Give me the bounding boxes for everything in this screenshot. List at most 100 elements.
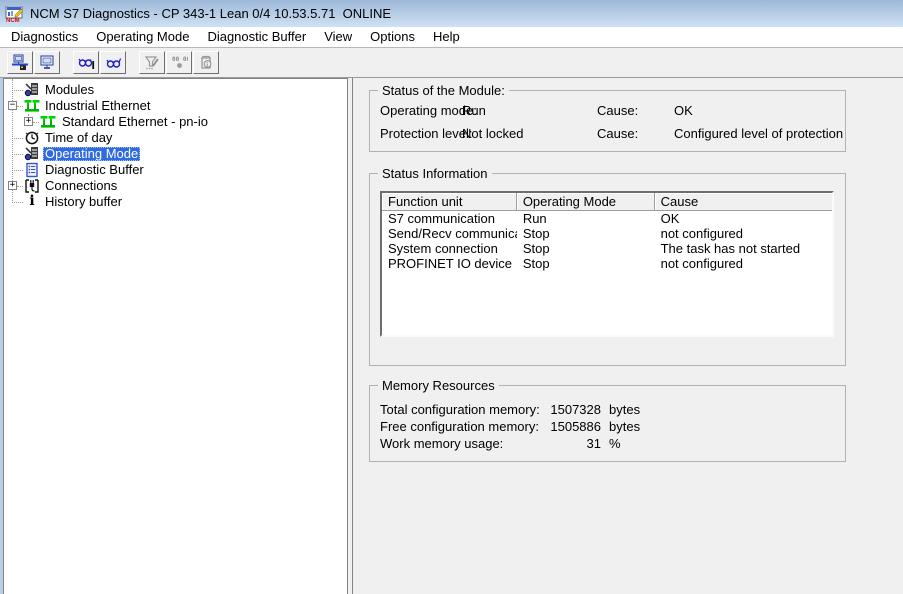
tree-item-label[interactable]: Operating Mode (43, 147, 140, 161)
tree-item-label[interactable]: Connections (43, 179, 119, 193)
work-memory-usage-label: Work memory usage: (380, 436, 503, 451)
tree-item-label[interactable]: Standard Ethernet - pn-io (60, 115, 210, 129)
operating-mode-value: Run (462, 103, 486, 118)
menu-help[interactable]: Help (424, 27, 469, 47)
group-title: Memory Resources (378, 378, 499, 393)
menu-view[interactable]: View (315, 27, 361, 47)
view-button[interactable] (100, 51, 126, 74)
cell-function-unit: Send/Recv communication (382, 226, 517, 241)
menu-operating-mode[interactable]: Operating Mode (87, 27, 198, 47)
column-header-function-unit[interactable]: Function unit (382, 193, 517, 211)
group-title: Status of the Module: (378, 83, 509, 98)
table-row[interactable]: PROFINET IO device Stop not configured (382, 256, 832, 271)
total-config-memory-value: 1507328 (510, 402, 601, 417)
cell-operating-mode: Stop (517, 256, 655, 271)
menu-diagnostics[interactable]: Diagnostics (2, 27, 87, 47)
work-memory-usage-unit: % (609, 436, 621, 451)
cause-value: OK (674, 103, 693, 118)
status-information-table[interactable]: Function unit Operating Mode Cause S7 co… (380, 191, 834, 337)
column-header-cause[interactable]: Cause (655, 193, 832, 211)
svg-text:NCM: NCM (6, 18, 20, 22)
expand-box[interactable]: + (24, 117, 33, 126)
module-info-button[interactable]: i (193, 51, 219, 74)
group-title: Status Information (378, 166, 492, 181)
online-node-button[interactable] (7, 51, 33, 74)
view-filtered-button[interactable] (73, 51, 99, 74)
online-node-icon (11, 54, 29, 71)
ethernet-icon (24, 98, 40, 114)
cell-cause: OK (655, 211, 832, 226)
filter-edit-button[interactable] (139, 51, 165, 74)
cell-operating-mode: Stop (517, 241, 655, 256)
main-area: Modules − Industrial Ethernet + (0, 78, 903, 594)
info-i-icon: i (24, 194, 40, 210)
free-config-memory-value: 1505886 (510, 419, 601, 434)
ethernet-icon (40, 114, 56, 130)
monitor-button[interactable] (34, 51, 60, 74)
free-config-memory-unit: bytes (609, 419, 640, 434)
module-icon (24, 146, 40, 162)
cell-cause: The task has not started (655, 241, 832, 256)
cell-function-unit: S7 communication (382, 211, 517, 226)
tree-item-label[interactable]: Time of day (43, 131, 114, 145)
tree-item-label[interactable]: Diagnostic Buffer (43, 163, 146, 177)
tree-item-diagnostic-buffer[interactable]: Diagnostic Buffer (4, 162, 347, 178)
cell-function-unit: PROFINET IO device (382, 256, 517, 271)
monitor-icon (39, 55, 55, 70)
cause-label: Cause: (597, 103, 638, 118)
expand-box[interactable]: + (8, 181, 17, 190)
cause-label: Cause: (597, 126, 638, 141)
tree-item-operating-mode[interactable]: Operating Mode (4, 146, 347, 162)
cell-function-unit: System connection (382, 241, 517, 256)
svg-text:i: i (206, 61, 208, 68)
filter-pencil-icon (144, 55, 160, 71)
window-title: NCM S7 Diagnostics - CP 343-1 Lean 0/4 1… (30, 6, 391, 21)
tree-item-label[interactable]: Industrial Ethernet (43, 99, 153, 113)
clock-icon (24, 130, 40, 146)
title-bar[interactable]: NCM NCM S7 Diagnostics - CP 343-1 Lean 0… (0, 0, 903, 27)
cell-cause: not configured (655, 256, 832, 271)
detail-panel: Status of the Module: Operating mode: Ru… (352, 78, 903, 594)
table-row[interactable]: System connection Stop The task has not … (382, 241, 832, 256)
module-info-icon: i (198, 55, 214, 71)
module-icon (24, 82, 40, 98)
status-of-module-group: Status of the Module: Operating mode: Ru… (369, 90, 846, 152)
cell-cause: not configured (655, 226, 832, 241)
tree-item-connections[interactable]: + Connections (4, 178, 347, 194)
cell-operating-mode: Run (517, 211, 655, 226)
glasses-icon (105, 55, 122, 70)
toolbar: 00 00 i (0, 47, 903, 78)
counter-icon: 00 00 (171, 55, 188, 70)
work-memory-usage-value: 31 (510, 436, 601, 451)
column-header-operating-mode[interactable]: Operating Mode (517, 193, 655, 211)
glasses-bar-icon (78, 55, 95, 70)
table-row[interactable]: Send/Recv communication Stop not configu… (382, 226, 832, 241)
memory-resources-group: Memory Resources Total configuration mem… (369, 385, 846, 462)
menu-bar: Diagnostics Operating Mode Diagnostic Bu… (0, 27, 903, 47)
menu-options[interactable]: Options (361, 27, 424, 47)
navigation-tree: Modules − Industrial Ethernet + (4, 79, 347, 210)
collapse-box[interactable]: − (8, 101, 17, 110)
tree-item-time-of-day[interactable]: Time of day (4, 130, 347, 146)
total-config-memory-unit: bytes (609, 402, 640, 417)
table-header: Function unit Operating Mode Cause (382, 193, 832, 211)
cause-value: Configured level of protection (674, 126, 843, 141)
protection-level-value: Not locked (462, 126, 523, 141)
tree-item-history-buffer[interactable]: i History buffer (4, 194, 347, 210)
svg-text:00 00: 00 00 (172, 56, 188, 63)
buffer-list-icon (24, 162, 40, 178)
tree-item-label[interactable]: History buffer (43, 195, 124, 209)
navigation-tree-panel[interactable]: Modules − Industrial Ethernet + (3, 78, 348, 594)
status-information-group: Status Information Function unit Operati… (369, 173, 846, 366)
tree-item-label[interactable]: Modules (43, 83, 96, 97)
tree-item-standard-ethernet[interactable]: + Standard Ethernet - pn-io (4, 114, 347, 130)
app-icon: NCM (5, 6, 24, 22)
tree-item-modules[interactable]: Modules (4, 82, 347, 98)
menu-diagnostic-buffer[interactable]: Diagnostic Buffer (198, 27, 315, 47)
cell-operating-mode: Stop (517, 226, 655, 241)
table-row[interactable]: S7 communication Run OK (382, 211, 832, 226)
plug-icon (24, 178, 40, 194)
protection-level-label: Protection level: (380, 126, 473, 141)
tree-item-industrial-ethernet[interactable]: − Industrial Ethernet (4, 98, 347, 114)
counter-button[interactable]: 00 00 (166, 51, 192, 74)
